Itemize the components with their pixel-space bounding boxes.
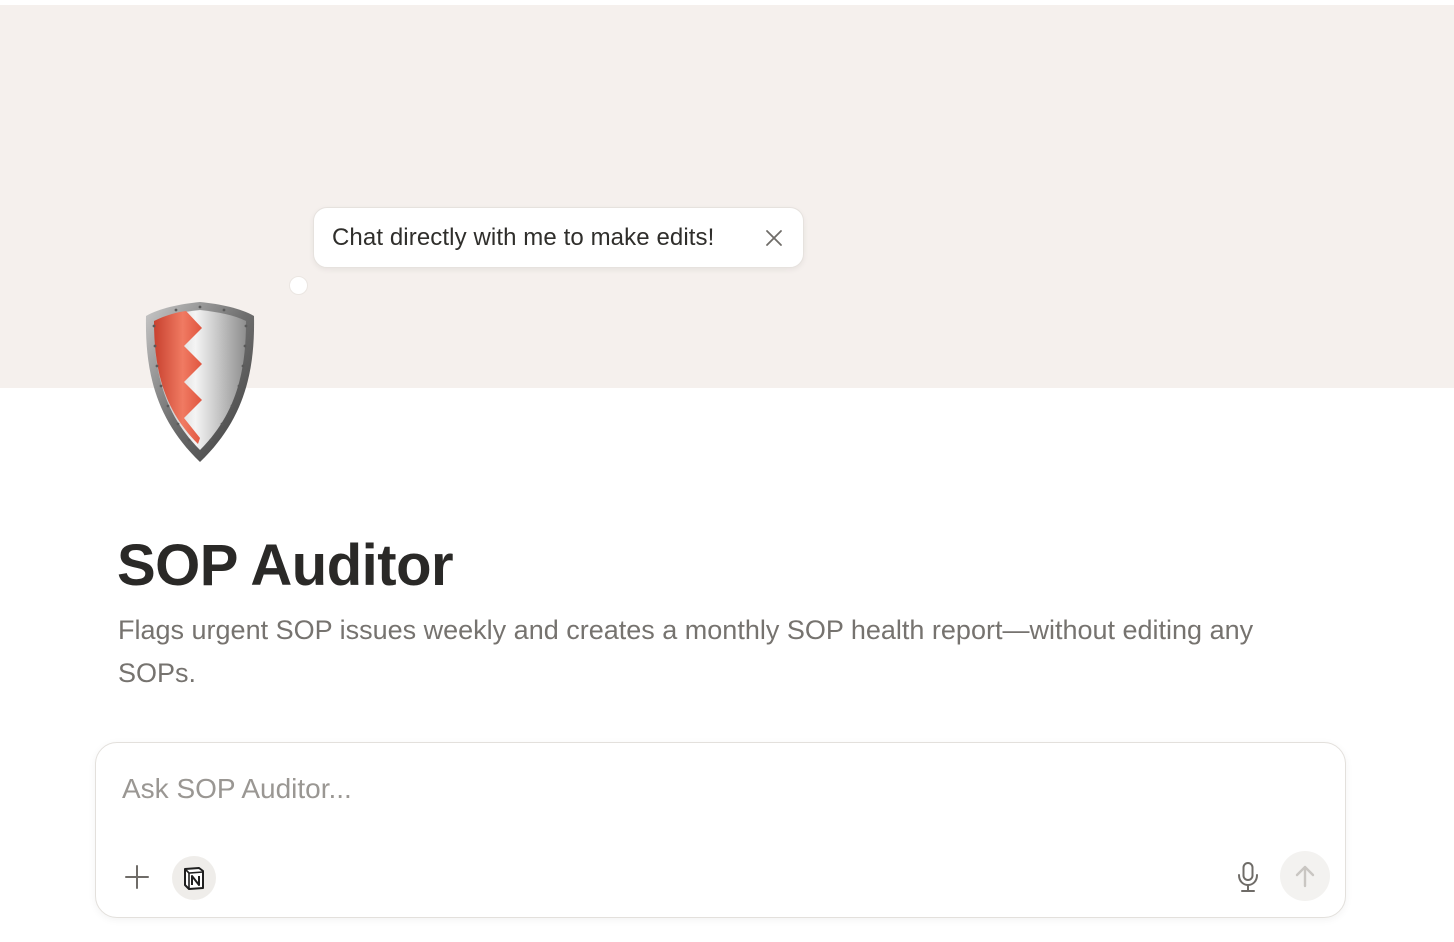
agent-page: Chat directly with me to make edits! SOP… — [0, 0, 1454, 942]
tip-bubble: Chat directly with me to make edits! — [313, 207, 804, 268]
bubble-tail-dot — [289, 276, 308, 295]
notion-icon[interactable] — [172, 856, 216, 900]
tip-text: Chat directly with me to make edits! — [332, 223, 715, 251]
send-button[interactable] — [1280, 851, 1330, 901]
page-title: SOP Auditor — [117, 533, 454, 598]
close-icon[interactable] — [763, 227, 785, 249]
chat-input[interactable] — [122, 769, 1312, 809]
agent-description: Flags urgent SOP issues weekly and creat… — [118, 615, 1254, 688]
chat-composer — [95, 742, 1346, 918]
arrow-up-icon — [1295, 865, 1315, 888]
microphone-icon[interactable] — [1232, 859, 1264, 895]
shield-icon — [142, 298, 258, 466]
plus-icon[interactable] — [121, 861, 153, 893]
